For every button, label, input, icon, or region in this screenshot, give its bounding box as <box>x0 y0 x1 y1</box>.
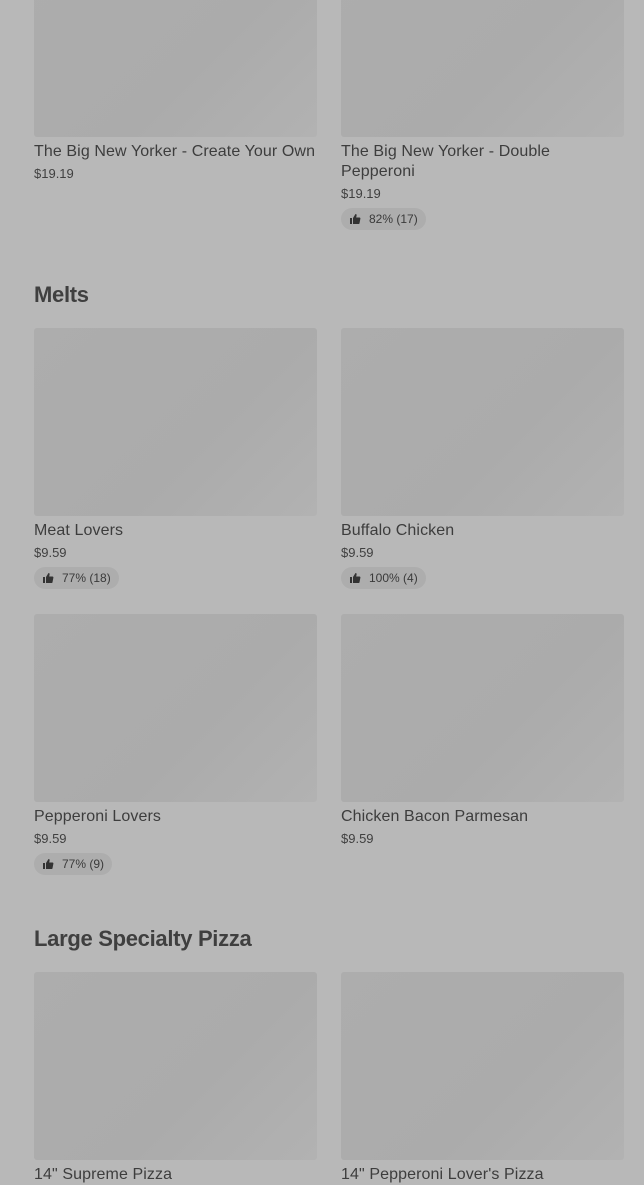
menu-item-image[interactable] <box>341 328 624 516</box>
menu-page: The Big New Yorker - Create Your Own $19… <box>0 0 644 1185</box>
menu-item-image[interactable] <box>341 972 624 1160</box>
rating-text: 77% (9) <box>62 857 105 871</box>
menu-item-card[interactable]: Buffalo Chicken $9.59 100% (4) <box>341 328 624 589</box>
thumbs-up-icon <box>350 573 361 583</box>
menu-item-card[interactable]: Pepperoni Lovers $9.59 77% (9) <box>34 614 317 875</box>
menu-item-card[interactable]: The Big New Yorker - Create Your Own $19… <box>34 0 317 182</box>
menu-item-card[interactable]: 14" Supreme Pizza <box>34 972 317 1185</box>
menu-item-name: 14" Supreme Pizza <box>34 1166 173 1183</box>
rating-badge: 77% (18) <box>34 567 119 589</box>
menu-item-price: $19.19 <box>34 166 74 181</box>
menu-item-image[interactable] <box>34 328 317 516</box>
rating-text: 100% (4) <box>369 571 418 585</box>
menu-item-card[interactable]: 14" Pepperoni Lover's Pizza <box>341 972 624 1185</box>
rating-badge: 77% (9) <box>34 853 113 875</box>
thumbs-up-icon <box>43 859 54 869</box>
menu-item-image[interactable] <box>341 0 624 137</box>
menu-item-price: $9.59 <box>341 545 374 560</box>
menu-item-name: Meat Lovers <box>34 522 124 539</box>
menu-item-image[interactable] <box>341 614 624 802</box>
menu-item-card[interactable]: The Big New Yorker - Double Pepperoni $1… <box>341 0 624 230</box>
menu-item-name: Buffalo Chicken <box>341 522 455 539</box>
menu-item-price: $9.59 <box>34 545 67 560</box>
menu-item-name: The Big New Yorker - Double Pepperoni <box>341 143 551 180</box>
menu-item-price: $9.59 <box>341 831 374 846</box>
rating-badge: 100% (4) <box>341 567 426 589</box>
rating-text: 82% (17) <box>369 212 418 226</box>
menu-item-name: The Big New Yorker - Create Your Own <box>34 143 316 160</box>
menu-item-price: $9.59 <box>34 831 67 846</box>
rating-badge: 82% (17) <box>341 208 426 230</box>
thumbs-up-icon <box>43 573 54 583</box>
rating-text: 77% (18) <box>62 571 111 585</box>
menu-item-image[interactable] <box>34 972 317 1160</box>
menu-item-name: 14" Pepperoni Lover's Pizza <box>341 1166 544 1183</box>
menu-item-name: Pepperoni Lovers <box>34 808 162 825</box>
thumbs-up-icon <box>350 214 361 224</box>
section-title-large-specialty-pizza: Large Specialty Pizza <box>34 926 252 951</box>
menu-item-image[interactable] <box>34 614 317 802</box>
menu-item-card[interactable]: Meat Lovers $9.59 77% (18) <box>34 328 317 589</box>
section-title-melts: Melts <box>34 282 89 307</box>
menu-item-price: $19.19 <box>341 186 381 201</box>
menu-item-card[interactable]: Chicken Bacon Parmesan $9.59 <box>341 614 624 847</box>
menu-item-name: Chicken Bacon Parmesan <box>341 808 529 825</box>
menu-item-image[interactable] <box>34 0 317 137</box>
